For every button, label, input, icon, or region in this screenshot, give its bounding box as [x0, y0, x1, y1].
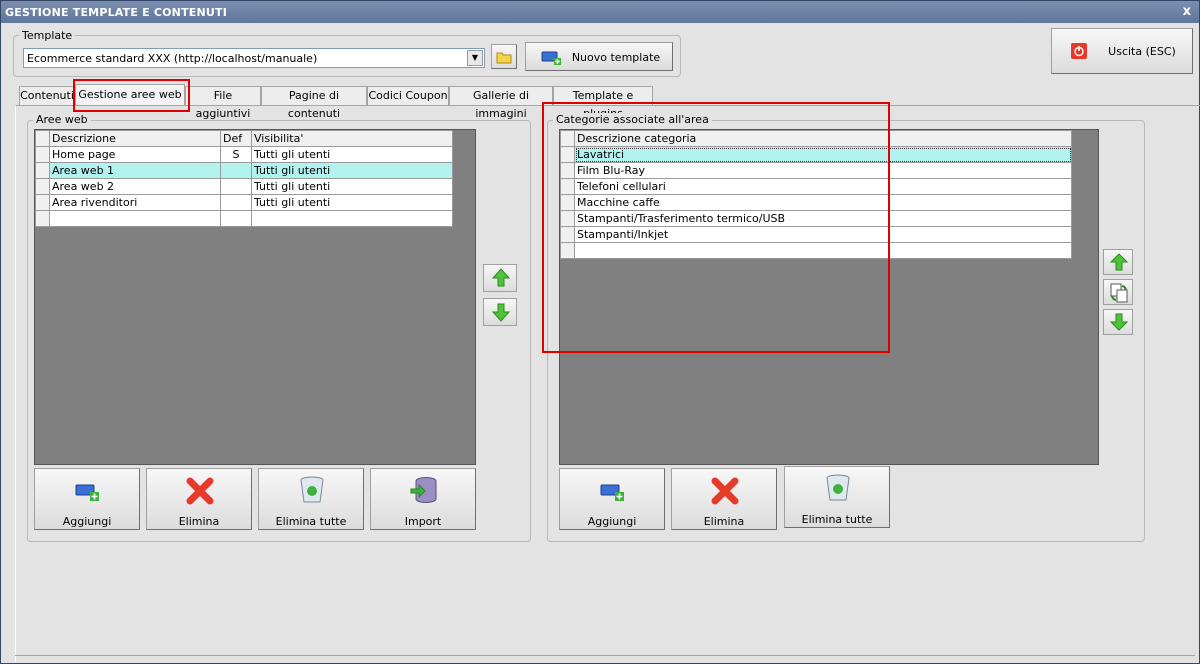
delete-area-label: Elimina	[178, 515, 220, 528]
recycle-bin-icon	[300, 476, 324, 503]
aree-web-table: Descrizione Def Visibilita' Home page S …	[35, 130, 453, 227]
title-bar[interactable]: GESTIONE TEMPLATE E CONTENUTI x	[1, 1, 1199, 23]
add-icon	[600, 484, 624, 501]
import-label: Import	[404, 515, 442, 528]
import-button[interactable]: Import	[370, 468, 476, 530]
cell-visibilita: Tutti gli utenti	[251, 178, 453, 195]
tab-codici-coupon[interactable]: Codici Coupon	[367, 86, 449, 105]
arrow-up-icon	[491, 268, 511, 287]
recycle-bin-icon	[826, 474, 850, 501]
arrow-down-icon	[1110, 313, 1128, 331]
cell-def	[220, 178, 252, 195]
category-move-up-button[interactable]	[1103, 249, 1133, 275]
delete-all-areas-label: Elimina tutte	[275, 515, 347, 528]
table-row[interactable]: Area rivenditori Tutti gli utenti	[35, 194, 453, 211]
close-icon[interactable]: x	[1183, 4, 1191, 19]
tab-pagine-contenuti[interactable]: Pagine di contenuti	[261, 86, 367, 120]
power-icon	[1071, 43, 1087, 59]
cell-descrizione: Area web 2	[49, 178, 221, 195]
cell-descrizione: Area rivenditori	[49, 194, 221, 211]
column-def[interactable]: Def	[220, 130, 252, 147]
table-row[interactable]: Area web 1 Tutti gli utenti	[35, 162, 453, 179]
open-folder-button[interactable]	[491, 44, 517, 69]
table-header: Descrizione Def Visibilita'	[35, 130, 453, 147]
annotation-categories-highlight	[542, 102, 890, 353]
cell-def: S	[220, 146, 252, 163]
exit-label: Uscita (ESC)	[1108, 45, 1176, 58]
status-divider	[15, 655, 1195, 658]
column-descrizione[interactable]: Descrizione	[49, 130, 221, 147]
delete-all-categories-button[interactable]: Elimina tutte	[784, 466, 890, 528]
tab-gallerie-immagini[interactable]: Gallerie di immagini	[449, 86, 553, 120]
folder-icon	[496, 52, 512, 64]
tab-file-aggiuntivi[interactable]: File aggiuntivi	[185, 86, 261, 120]
delete-all-areas-button[interactable]: Elimina tutte	[258, 468, 364, 530]
add-area-label: Aggiungi	[62, 515, 112, 528]
move-up-button[interactable]	[483, 264, 517, 292]
cell-def	[220, 162, 252, 179]
template-select-value: Ecommerce standard XXX (http://localhost…	[27, 52, 318, 65]
arrow-up-icon	[1110, 253, 1128, 271]
main-window: GESTIONE TEMPLATE E CONTENUTI x Template…	[0, 0, 1200, 664]
column-visibilita[interactable]: Visibilita'	[251, 130, 453, 147]
swap-documents-icon	[1110, 283, 1128, 303]
database-import-icon	[410, 477, 437, 503]
table-row[interactable]: Area web 2 Tutti gli utenti	[35, 178, 453, 195]
aree-web-grid[interactable]: Descrizione Def Visibilita' Home page S …	[34, 129, 476, 465]
tab-contenuti[interactable]: Contenuti	[19, 86, 75, 105]
template-select[interactable]: Ecommerce standard XXX (http://localhost…	[23, 48, 485, 68]
add-icon	[75, 484, 99, 501]
category-move-down-button[interactable]	[1103, 309, 1133, 335]
annotation-tab-highlight	[73, 79, 190, 112]
cell-def	[220, 194, 252, 211]
cell-visibilita: Tutti gli utenti	[251, 162, 453, 179]
cell-visibilita: Tutti gli utenti	[251, 194, 453, 211]
cell-descrizione: Area web 1	[49, 162, 221, 179]
add-category-label: Aggiungi	[587, 515, 637, 528]
add-category-button[interactable]: Aggiungi	[559, 468, 665, 530]
window-content: Template Ecommerce standard XXX (http://…	[1, 23, 1200, 663]
cell-descrizione: Home page	[49, 146, 221, 163]
delete-category-button[interactable]: Elimina	[671, 468, 777, 530]
exit-button[interactable]: Uscita (ESC)	[1051, 28, 1193, 74]
new-template-label: Nuovo template	[571, 51, 661, 64]
arrow-down-icon	[491, 303, 511, 322]
cell-visibilita: Tutti gli utenti	[251, 146, 453, 163]
move-down-button[interactable]	[483, 298, 517, 326]
aree-web-legend: Aree web	[33, 113, 91, 126]
cell-def	[220, 210, 252, 227]
add-area-button[interactable]: Aggiungi	[34, 468, 140, 530]
cell-visibilita	[251, 210, 453, 227]
delete-all-categories-label: Elimina tutte	[801, 513, 873, 526]
delete-category-label: Elimina	[703, 515, 745, 528]
delete-area-button[interactable]: Elimina	[146, 468, 252, 530]
new-template-button[interactable]: Nuovo template	[525, 42, 673, 71]
table-row-new[interactable]	[35, 210, 453, 227]
window-title: GESTIONE TEMPLATE E CONTENUTI	[5, 6, 228, 19]
category-swap-button[interactable]	[1103, 279, 1133, 305]
delete-x-icon	[186, 477, 214, 505]
cell-descrizione	[49, 210, 221, 227]
table-row[interactable]: Home page S Tutti gli utenti	[35, 146, 453, 163]
template-legend: Template	[19, 29, 76, 42]
chevron-down-icon[interactable]: ▼	[467, 50, 483, 66]
delete-x-icon	[711, 477, 739, 505]
